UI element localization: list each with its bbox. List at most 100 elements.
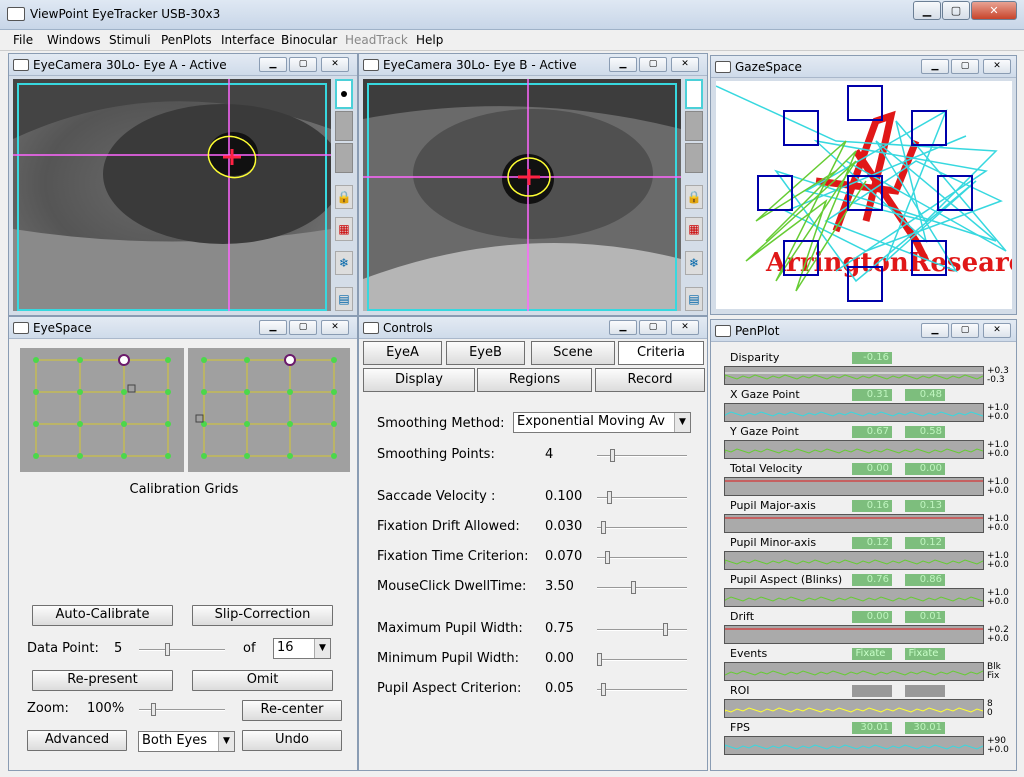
eye-a-tool-1[interactable]	[335, 111, 353, 141]
menu-windows[interactable]: Windows	[47, 33, 101, 47]
gazespace-panel: GazeSpace ▁ ▢ ✕ ArringtonResearch	[710, 55, 1017, 315]
camera-icon	[363, 322, 379, 334]
tab-display[interactable]: Display	[363, 368, 475, 392]
eye-a-restore[interactable]: ▢	[289, 57, 317, 72]
menu-interface[interactable]: Interface	[221, 33, 275, 47]
data-point-count-select[interactable]: 16 ▼	[273, 638, 331, 659]
controls-minimize[interactable]: ▁	[609, 320, 637, 335]
criteria-slider[interactable]	[597, 551, 687, 565]
grid-icon[interactable]: ▦	[335, 217, 353, 241]
tab-eyea[interactable]: EyeA	[363, 341, 442, 365]
slip-correction-button[interactable]: Slip-Correction	[192, 605, 333, 626]
freeze-icon[interactable]: ❄	[335, 251, 353, 275]
slider-track	[597, 689, 687, 691]
penplot-trace	[724, 440, 984, 459]
smoothing-method-select[interactable]: Exponential Moving Av ▼	[513, 412, 691, 433]
penplot-label: Disparity	[730, 351, 780, 364]
eye-b-minimize[interactable]: ▁	[609, 57, 637, 72]
slider-thumb[interactable]	[607, 491, 612, 504]
chevron-down-icon: ▼	[314, 639, 330, 658]
tab-scene[interactable]: Scene	[531, 341, 615, 365]
penplot-minimize[interactable]: ▁	[921, 323, 949, 338]
re-center-button[interactable]: Re-center	[242, 700, 342, 721]
slider-thumb[interactable]	[663, 623, 668, 636]
eye-a-video[interactable]	[13, 79, 331, 311]
slider-thumb[interactable]	[597, 653, 602, 666]
gazespace-canvas[interactable]: ArringtonResearch	[716, 81, 1012, 309]
minimize-button[interactable]: ▁	[913, 1, 941, 20]
penplot-value: 0.12	[905, 537, 945, 549]
advanced-button[interactable]: Advanced	[27, 730, 127, 751]
criteria-slider[interactable]	[597, 683, 687, 697]
slider-thumb[interactable]	[601, 521, 606, 534]
grid-icon[interactable]: ▦	[685, 217, 703, 241]
eye-b-video[interactable]	[363, 79, 681, 311]
gazespace-restore[interactable]: ▢	[951, 59, 979, 74]
criteria-slider[interactable]	[597, 581, 687, 595]
chevron-down-icon: ▼	[218, 732, 234, 751]
eye-b-tool-1[interactable]	[685, 111, 703, 141]
menu-help[interactable]: Help	[416, 33, 443, 47]
slider-thumb[interactable]	[605, 551, 610, 564]
penplot-label: Drift	[730, 610, 755, 623]
eyespace-title: EyeSpace	[33, 321, 92, 335]
penplot-trace	[724, 366, 984, 385]
menu-penplots[interactable]: PenPlots	[161, 33, 212, 47]
re-present-button[interactable]: Re-present	[32, 670, 173, 691]
criteria-slider[interactable]	[597, 449, 687, 463]
tab-record[interactable]: Record	[595, 368, 705, 392]
menu-file[interactable]: File	[13, 33, 33, 47]
eye-a-minimize[interactable]: ▁	[259, 57, 287, 72]
penplot-trace	[724, 662, 984, 681]
criteria-value: 0.00	[545, 651, 574, 666]
eye-b-tool-2[interactable]	[685, 143, 703, 173]
eye-b-close[interactable]: ✕	[671, 57, 699, 72]
slider-thumb[interactable]	[610, 449, 615, 462]
criteria-slider[interactable]	[597, 521, 687, 535]
maximize-button[interactable]: ▢	[942, 1, 970, 20]
menu-headtrack[interactable]: HeadTrack	[345, 33, 408, 47]
eye-a-record-button[interactable]	[335, 79, 353, 109]
criteria-slider[interactable]	[597, 653, 687, 667]
data-point-slider[interactable]	[139, 643, 225, 657]
eye-a-close[interactable]: ✕	[321, 57, 349, 72]
zoom-slider[interactable]	[139, 703, 225, 717]
omit-button[interactable]: Omit	[192, 670, 333, 691]
tab-eyeb[interactable]: EyeB	[446, 341, 525, 365]
gazespace-close[interactable]: ✕	[983, 59, 1011, 74]
gazespace-minimize[interactable]: ▁	[921, 59, 949, 74]
close-button[interactable]: ✕	[971, 1, 1017, 20]
eyespace-restore[interactable]: ▢	[289, 320, 317, 335]
slider-thumb[interactable]	[601, 683, 606, 696]
chart-icon[interactable]: ▤	[335, 287, 353, 311]
slider-track	[597, 587, 687, 589]
eye-b-record-button[interactable]	[685, 79, 703, 109]
menu-stimuli[interactable]: Stimuli	[109, 33, 151, 47]
menu-binocular[interactable]: Binocular	[281, 33, 337, 47]
undo-button[interactable]: Undo	[242, 730, 342, 751]
criteria-label: MouseClick DwellTime:	[377, 579, 527, 594]
eye-a-tool-2[interactable]	[335, 143, 353, 173]
tab-regions[interactable]: Regions	[477, 368, 592, 392]
controls-restore[interactable]: ▢	[639, 320, 667, 335]
eye-b-restore[interactable]: ▢	[639, 57, 667, 72]
chart-icon[interactable]: ▤	[685, 287, 703, 311]
auto-calibrate-button[interactable]: Auto-Calibrate	[32, 605, 173, 626]
eyespace-minimize[interactable]: ▁	[259, 320, 287, 335]
criteria-slider[interactable]	[597, 491, 687, 505]
penplot-close[interactable]: ✕	[983, 323, 1011, 338]
controls-close[interactable]: ✕	[671, 320, 699, 335]
tab-criteria[interactable]: Criteria	[618, 341, 704, 365]
penplot-value: 0.01	[905, 611, 945, 623]
slider-thumb[interactable]	[631, 581, 636, 594]
lock-icon[interactable]: 🔒	[335, 185, 353, 209]
calibration-grid-a[interactable]	[20, 348, 184, 472]
lock-icon[interactable]: 🔒	[685, 185, 703, 209]
eyes-select[interactable]: Both Eyes ▼	[138, 731, 235, 752]
calibration-grid-b[interactable]	[188, 348, 350, 472]
penplot-restore[interactable]: ▢	[951, 323, 979, 338]
freeze-icon[interactable]: ❄	[685, 251, 703, 275]
criteria-slider[interactable]	[597, 623, 687, 637]
eyespace-close[interactable]: ✕	[321, 320, 349, 335]
penplot-value: 0.12	[852, 537, 892, 549]
